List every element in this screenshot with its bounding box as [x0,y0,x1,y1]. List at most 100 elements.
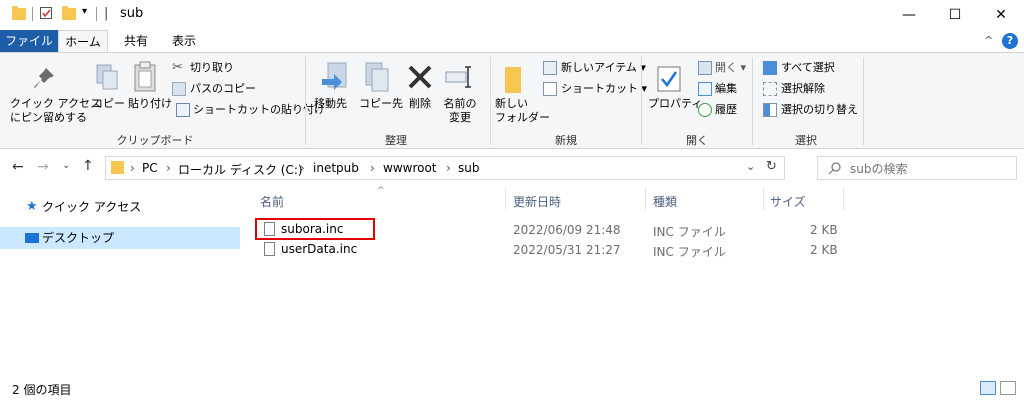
organize-group: 移動先 コピー先 削除 名前の 変更 整理 [306,53,490,150]
copy-path-icon [172,82,186,96]
large-icons-view-icon[interactable] [1000,381,1016,395]
cut-button[interactable]: 切り取り [190,61,234,75]
column-divider[interactable] [645,188,646,210]
edit-icon [698,82,712,96]
refresh-icon[interactable]: ↻ [766,159,777,174]
collapse-ribbon-icon[interactable]: ^ [984,34,993,47]
column-header-modified[interactable]: 更新日時 [513,193,561,210]
delete-button[interactable]: 削除 [409,97,431,111]
file-size: 2 KB [810,243,838,257]
crumb-separator[interactable]: › [300,161,305,175]
tab-home[interactable]: ホーム [58,30,108,52]
tab-view[interactable]: 表示 [164,30,204,52]
highlight-box [255,218,375,240]
tab-file[interactable]: ファイル [0,30,58,52]
crumb-sub[interactable]: sub [458,161,479,175]
invert-selection-button[interactable]: 選択の切り替え [781,103,858,117]
divider [32,7,33,21]
minimize-button[interactable]: — [886,0,932,30]
new-folder-icon [505,67,521,93]
search-input[interactable] [848,159,1012,179]
move-to-icon [322,62,347,90]
rename-label-line1: 名前の [443,97,477,110]
edit-button[interactable]: 編集 [715,82,737,96]
paste-button[interactable]: 貼り付け [128,97,172,111]
new-item-icon [543,61,557,75]
copy-button[interactable]: コピー [92,97,125,111]
nav-item-desktop[interactable]: デスクトップ [0,227,240,249]
new-group: 新しい フォルダー 新しいアイテム ▾ ショートカット ▾ 新規 [491,53,647,150]
copy-to-button[interactable]: コピー先 [359,97,403,111]
help-icon[interactable]: ? [1002,33,1018,49]
new-group-label: 新規 [555,134,577,147]
desktop-icon [25,233,39,243]
history-button[interactable]: 履歴 [715,103,737,117]
new-folder-button[interactable]: 新しい フォルダー [495,97,550,125]
ribbon-tabs: ファイル ホーム 共有 表示 ^ ? [0,30,1024,52]
maximize-button[interactable]: ☐ [932,0,978,30]
back-arrow-icon[interactable]: ← [12,159,24,175]
column-divider[interactable] [505,188,506,210]
scissors-icon: ✂ [172,60,183,75]
file-modified: 2022/06/09 21:48 [513,223,621,237]
easy-access-button[interactable]: ショートカット ▾ [561,82,647,96]
search-box[interactable] [817,156,1017,180]
column-header-size[interactable]: サイズ [770,193,806,210]
organize-group-label: 整理 [385,134,407,147]
crumb-separator[interactable]: › [446,161,451,175]
open-button[interactable]: 開く ▾ [715,61,746,75]
crumb-pc[interactable]: PC [142,161,158,175]
file-type: INC ファイル [653,245,726,259]
new-item-button[interactable]: 新しいアイテム ▾ [561,61,646,75]
address-dropdown-icon[interactable]: ⌄ [746,160,755,173]
nav-label: デスクトップ [42,231,115,245]
paste-icon [134,61,156,92]
address-bar: ← → ⌄ ↑ › PC › ローカル ディスク (C:) › inetpub … [0,150,1024,186]
customize-quick-access-icon[interactable]: ▾ [82,6,87,17]
file-name: userData.inc [281,242,358,256]
column-header-type[interactable]: 種類 [653,193,677,210]
open-group-label: 開く [686,134,708,147]
shortcut-icon [543,82,557,96]
column-divider[interactable] [843,188,844,210]
details-view-icon[interactable] [980,381,996,395]
title-bar: ▾ | sub — ☐ ✕ [0,0,1024,30]
rename-button[interactable]: 名前の 変更 [443,97,477,125]
file-modified: 2022/05/31 21:27 [513,243,621,257]
select-none-button[interactable]: 選択解除 [781,82,825,96]
move-to-button[interactable]: 移動先 [314,97,347,111]
ribbon: クイック アクセス にピン留めする コピー 貼り付け ✂ 切り取り パスのコピー… [0,52,1024,149]
table-row[interactable]: userData.inc 2022/05/31 21:27 INC ファイル 2… [255,240,855,259]
recent-locations-icon[interactable]: ⌄ [62,160,70,171]
history-icon [698,103,712,117]
close-button[interactable]: ✕ [978,0,1024,30]
forward-arrow-icon[interactable]: → [37,159,49,175]
crumb-separator[interactable]: › [370,161,375,175]
new-folder-icon[interactable] [62,6,76,20]
divider [96,7,97,21]
crumb-inetpub[interactable]: inetpub [313,161,359,175]
crumb-separator[interactable]: › [130,161,135,175]
search-icon [828,162,841,175]
address-input[interactable]: › PC › ローカル ディスク (C:) › inetpub › wwwroo… [105,156,785,180]
select-all-button[interactable]: すべて選択 [781,61,835,75]
title-separator: | [104,6,109,21]
nav-item-quick-access[interactable]: ★ クイック アクセス [0,196,240,218]
crumb-separator[interactable]: › [166,161,171,175]
copy-path-button[interactable]: パスのコピー [190,82,256,96]
file-icon [264,242,275,256]
column-header-name[interactable]: 名前 [260,193,284,210]
properties-button[interactable]: プロパティ [648,97,702,111]
up-arrow-icon[interactable]: ↑ [82,158,94,174]
column-divider[interactable] [763,188,764,210]
crumb-local-disk[interactable]: ローカル ディスク (C:) [178,161,303,178]
file-size: 2 KB [810,223,838,237]
pin-quick-access-button[interactable]: クイック アクセス にピン留めする [10,97,101,125]
crumb-wwwroot[interactable]: wwwroot [383,161,437,175]
file-type: INC ファイル [653,225,726,239]
tab-share[interactable]: 共有 [116,30,156,52]
file-list [246,186,1024,376]
properties-check-icon[interactable] [40,7,52,19]
properties-icon [657,66,681,92]
folder-icon [12,6,26,20]
